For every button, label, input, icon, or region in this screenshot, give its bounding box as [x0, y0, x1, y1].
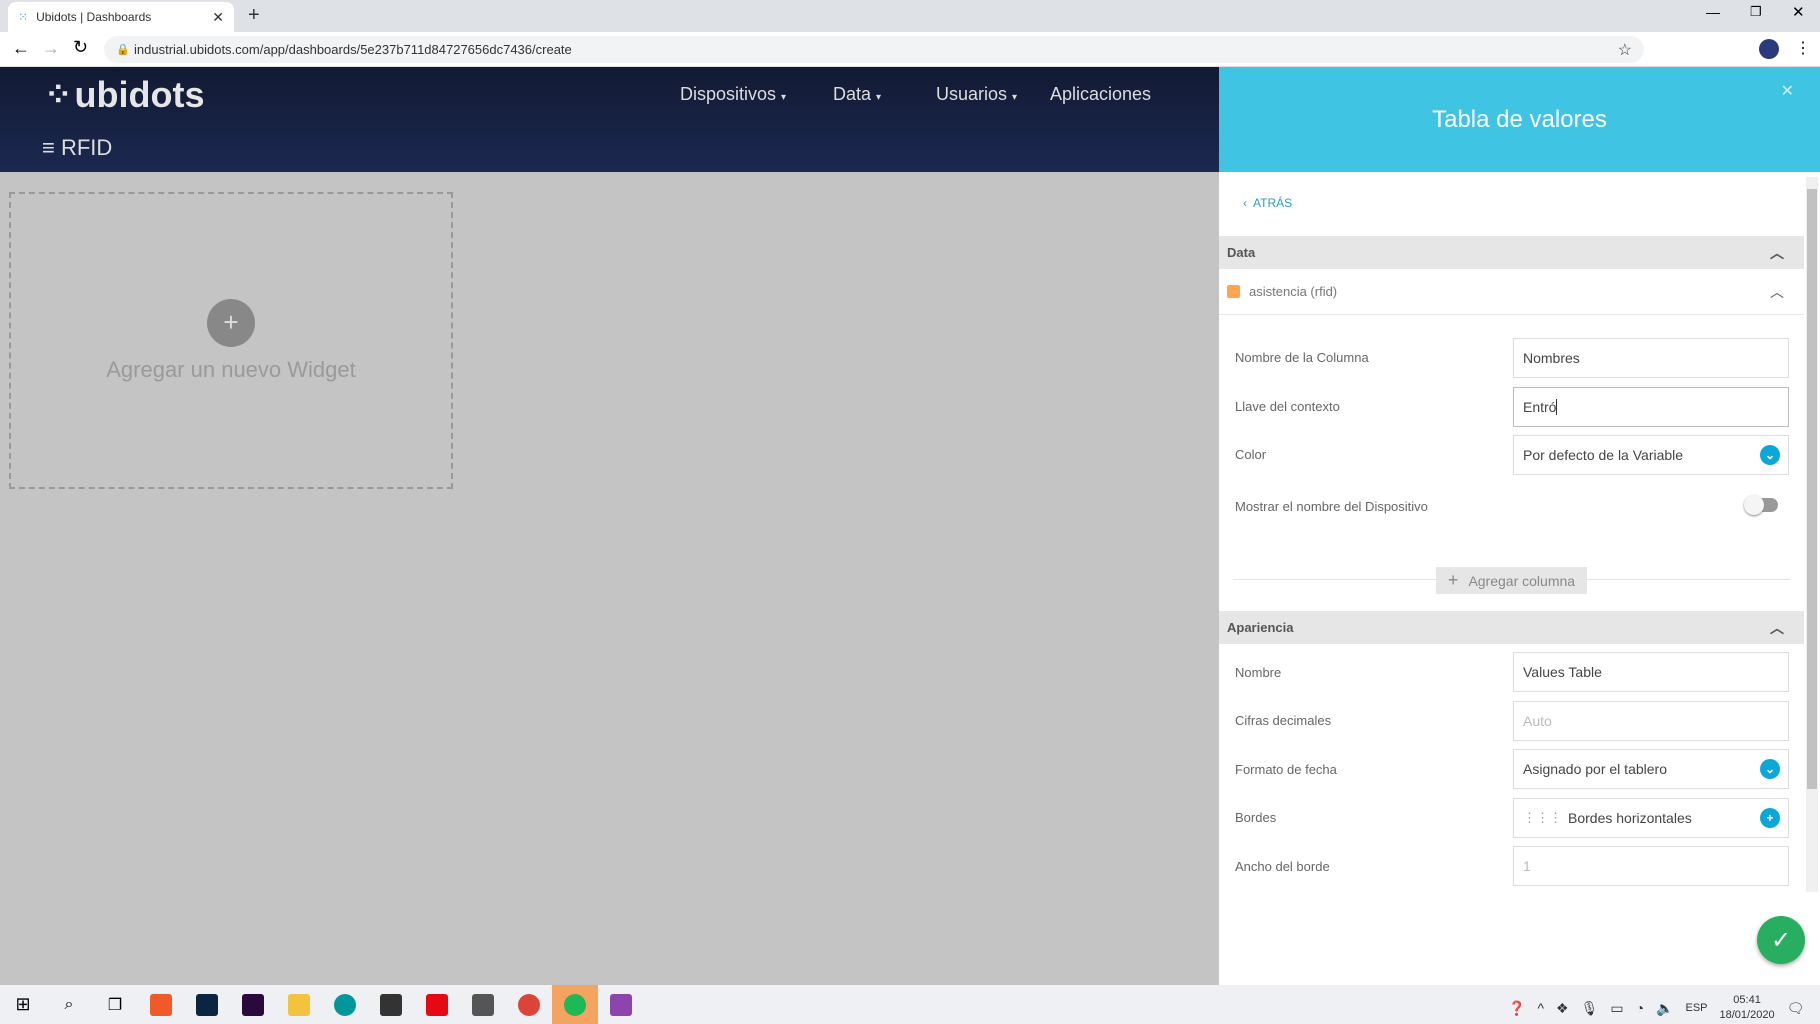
add-widget-placeholder[interactable]: + Agregar un nuevo Widget — [9, 192, 453, 489]
variable-row[interactable]: asistencia (rfid) ︿ — [1219, 269, 1804, 315]
microphone-icon[interactable]: 🎙 — [1581, 1000, 1599, 1017]
premiere-icon[interactable] — [230, 985, 276, 1024]
menu-icon[interactable]: ⋮ — [1795, 38, 1811, 58]
logo[interactable]: ⁘ ubidots — [44, 74, 204, 116]
add-widget-plus-icon[interactable]: + — [207, 299, 255, 347]
reload-icon[interactable]: ↻ — [73, 37, 88, 58]
dashboard-selector[interactable]: ≡ RFID — [42, 135, 112, 161]
forward-icon[interactable]: → — [42, 38, 60, 59]
scrollbar[interactable] — [1806, 177, 1818, 892]
date-format-label: Formato de fecha — [1235, 762, 1337, 777]
plus-icon: + — [1447, 570, 1459, 590]
lock-icon: 🔒 — [116, 44, 130, 56]
context-key-label: Llave del contexto — [1235, 399, 1340, 414]
name-label: Nombre — [1235, 665, 1282, 680]
panel-title: Tabla de valores — [1432, 105, 1607, 133]
column-name-input[interactable]: Nombres — [1513, 338, 1789, 378]
hamburger-icon[interactable]: ≡ — [42, 135, 55, 160]
task-view-icon[interactable]: ❐ — [92, 985, 138, 1024]
app-header: ⁘ ubidots Dispositivos ▾ Data ▾ Usuarios… — [0, 67, 1219, 172]
nav-dispositivos[interactable]: Dispositivos ▾ — [680, 84, 786, 105]
close-window-icon[interactable]: ✕ — [1792, 3, 1805, 21]
border-width-label: Ancho del borde — [1235, 859, 1330, 874]
url-input[interactable]: 🔒 industrial.ubidots.com/app/dashboards/… — [104, 36, 1644, 63]
netflix-icon[interactable] — [414, 985, 460, 1024]
file-explorer-icon[interactable] — [276, 985, 322, 1024]
data-section-header[interactable]: Data ︿ — [1219, 236, 1804, 269]
nav-usuarios[interactable]: Usuarios ▾ — [936, 84, 1017, 105]
whatsapp-icon[interactable] — [598, 985, 644, 1024]
column-name-label: Nombre de la Columna — [1235, 350, 1369, 365]
battery-icon[interactable]: ▭ — [1610, 1000, 1623, 1017]
variable-color-swatch — [1227, 285, 1240, 298]
add-widget-label: Agregar un nuevo Widget — [106, 357, 356, 382]
address-bar-row: ← → ↻ 🔒 industrial.ubidots.com/app/dashb… — [0, 32, 1820, 67]
star-icon[interactable]: ☆ — [1618, 40, 1632, 60]
arduino-icon[interactable] — [322, 985, 368, 1024]
confirm-button[interactable]: ✓ — [1757, 916, 1805, 964]
chrome-icon[interactable] — [506, 985, 552, 1024]
name-input[interactable]: Values Table — [1513, 652, 1789, 692]
appearance-section-header[interactable]: Apariencia ︿ — [1219, 611, 1804, 644]
chevron-down-icon: ⌄ — [1760, 759, 1780, 779]
chevron-down-icon: ⌄ — [1760, 445, 1780, 465]
date-format-select[interactable]: Asignado por el tablero ⌄ — [1513, 749, 1789, 789]
new-tab-icon[interactable]: + — [248, 4, 260, 27]
grid-icon: ⋮⋮⋮ — [1523, 810, 1562, 825]
url-text: industrial.ubidots.com/app/dashboards/5e… — [134, 42, 572, 57]
notifications-icon[interactable]: 🗨 — [1787, 1000, 1805, 1017]
widget-settings-panel: Tabla de valores ✕ ‹ ATRÁS Data ︿ asisten… — [1219, 67, 1820, 985]
nav-aplicaciones[interactable]: Aplicaciones — [1050, 84, 1151, 105]
check-icon: ✓ — [1770, 926, 1792, 954]
chevron-up-icon[interactable]: ︿ — [1770, 618, 1784, 638]
start-icon[interactable]: ⊞ — [0, 985, 46, 1024]
close-panel-icon[interactable]: ✕ — [1781, 81, 1794, 101]
panel-header: Tabla de valores ✕ — [1219, 67, 1820, 172]
chevron-up-icon[interactable]: ︿ — [1770, 243, 1784, 263]
borders-label: Bordes — [1235, 810, 1277, 825]
mail-icon[interactable] — [460, 985, 506, 1024]
help-icon[interactable]: ❓ — [1508, 1000, 1525, 1017]
language-indicator[interactable]: ESP — [1686, 1002, 1708, 1014]
favicon-icon: ⁙ — [18, 10, 29, 24]
back-icon[interactable]: ← — [12, 38, 30, 59]
browser-tab[interactable]: ⁙ Ubidots | Dashboards ✕ — [8, 2, 234, 32]
add-column-button[interactable]: + Agregar columna — [1436, 567, 1587, 594]
chevron-up-icon[interactable]: ^ — [1537, 1000, 1544, 1016]
color-select[interactable]: Por defecto de la Variable ⌄ — [1513, 435, 1789, 475]
show-device-label: Mostrar el nombre del Dispositivo — [1235, 499, 1428, 514]
borders-select[interactable]: ⋮⋮⋮ Bordes horizontales + — [1513, 798, 1789, 838]
back-link[interactable]: ‹ ATRÁS — [1243, 196, 1292, 210]
dropbox-icon[interactable]: ❖ — [1556, 1000, 1569, 1017]
chevron-up-icon[interactable]: ︿ — [1770, 282, 1784, 302]
decimals-input[interactable]: Auto — [1513, 701, 1789, 741]
photoshop-icon[interactable] — [184, 985, 230, 1024]
close-tab-icon[interactable]: ✕ — [212, 9, 224, 26]
nav-data[interactable]: Data ▾ — [833, 84, 881, 105]
wifi-icon[interactable]: ◔ — [1636, 1000, 1644, 1016]
profile-avatar[interactable] — [1759, 39, 1779, 59]
store-icon[interactable] — [368, 985, 414, 1024]
minimize-icon[interactable]: — — [1706, 4, 1720, 20]
clock[interactable]: 05:41 18/01/2020 — [1720, 993, 1775, 1023]
app-icon-c[interactable] — [138, 985, 184, 1024]
context-key-input[interactable]: Entró — [1513, 387, 1789, 427]
decimals-label: Cifras decimales — [1235, 713, 1332, 728]
browser-tab-bar: ⁙ Ubidots | Dashboards ✕ + — ❐ ✕ — [0, 0, 1820, 32]
volume-icon[interactable]: 🔈 — [1656, 1000, 1673, 1017]
plus-icon: + — [1760, 808, 1780, 828]
search-icon[interactable]: ⌕ — [46, 985, 92, 1024]
variable-name: asistencia (rfid) — [1249, 284, 1338, 299]
logo-dots-icon: ⁘ — [44, 76, 72, 114]
taskbar: ⊞ ⌕ ❐ ❓ ^ ❖ 🎙 ▭ ◔ 🔈 ESP 05:41 18/01/2020 … — [0, 985, 1820, 1024]
tab-title: Ubidots | Dashboards — [36, 10, 152, 24]
spotify-icon[interactable] — [552, 985, 598, 1024]
restore-icon[interactable]: ❐ — [1750, 4, 1762, 20]
color-label: Color — [1235, 447, 1267, 462]
dashboard-name: RFID — [60, 135, 113, 160]
show-device-toggle[interactable] — [1744, 495, 1778, 515]
border-width-input[interactable]: 1 — [1513, 846, 1789, 886]
